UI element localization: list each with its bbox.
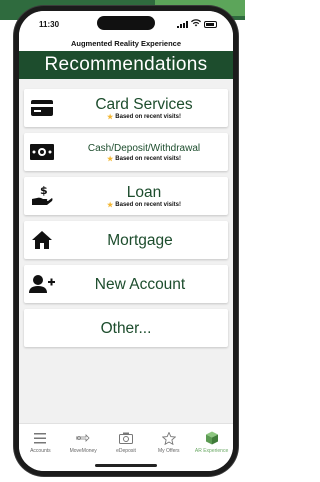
cash-deposit-withdrawal-label: Cash/Deposit/Withdrawal (87, 142, 201, 154)
camera-icon (118, 431, 133, 445)
status-icons (177, 19, 217, 29)
other-button[interactable]: Other... (24, 309, 228, 347)
dynamic-island (97, 16, 155, 30)
phone-frame: 11:30 Augmented Reality Experience Recom… (14, 6, 238, 476)
star-icon: ★ (107, 155, 114, 163)
new-account-button[interactable]: New Account (24, 265, 228, 303)
recommendation-list: Card Services ★ Based on recent visits! C… (19, 79, 233, 347)
card-services-button[interactable]: Card Services ★ Based on recent visits! (24, 89, 228, 127)
status-bar: 11:30 (19, 11, 233, 37)
recent-visits-note: ★ Based on recent visits! (107, 113, 181, 121)
new-account-label: New Account (94, 275, 186, 293)
star-icon: ★ (107, 113, 114, 121)
app-title: Augmented Reality Experience (19, 37, 233, 51)
loan-hand-dollar-icon: $ (24, 185, 60, 207)
cash-icon (24, 144, 60, 160)
home-indicator (95, 464, 157, 467)
card-services-label: Card Services (95, 95, 193, 113)
list-icon (34, 431, 47, 445)
tab-ar-experience[interactable]: AR Experience (192, 431, 232, 471)
battery-icon (204, 20, 217, 28)
phone-screen: 11:30 Augmented Reality Experience Recom… (19, 11, 233, 471)
wifi-icon (191, 19, 201, 29)
mortgage-button[interactable]: Mortgage (24, 221, 228, 259)
tab-label: My Offers (157, 448, 180, 454)
recent-visits-note: ★ Based on recent visits! (107, 201, 181, 209)
page-title: Recommendations (19, 51, 233, 79)
star-icon: ★ (107, 201, 114, 209)
tab-label: AR Experience (194, 448, 229, 454)
loan-label: Loan (126, 183, 162, 201)
loan-button[interactable]: $ Loan ★ Based on recent visits! (24, 177, 228, 215)
tab-label: eDeposit (116, 448, 136, 454)
cube-icon (205, 431, 219, 445)
mortgage-label: Mortgage (107, 231, 173, 249)
star-icon (161, 431, 176, 445)
credit-card-icon (24, 100, 60, 116)
tab-label: Accounts (30, 448, 51, 454)
transfer-icon (76, 431, 90, 445)
tab-accounts[interactable]: Accounts (20, 431, 60, 471)
signal-icon (177, 20, 188, 28)
recent-visits-note: ★ Based on recent visits! (107, 155, 181, 163)
cash-deposit-withdrawal-button[interactable]: Cash/Deposit/Withdrawal ★ Based on recent… (24, 133, 228, 171)
svg-text:$: $ (40, 185, 48, 197)
status-time: 11:30 (39, 19, 60, 29)
other-label: Other... (100, 319, 152, 337)
tab-label: MoveMoney (69, 448, 97, 454)
